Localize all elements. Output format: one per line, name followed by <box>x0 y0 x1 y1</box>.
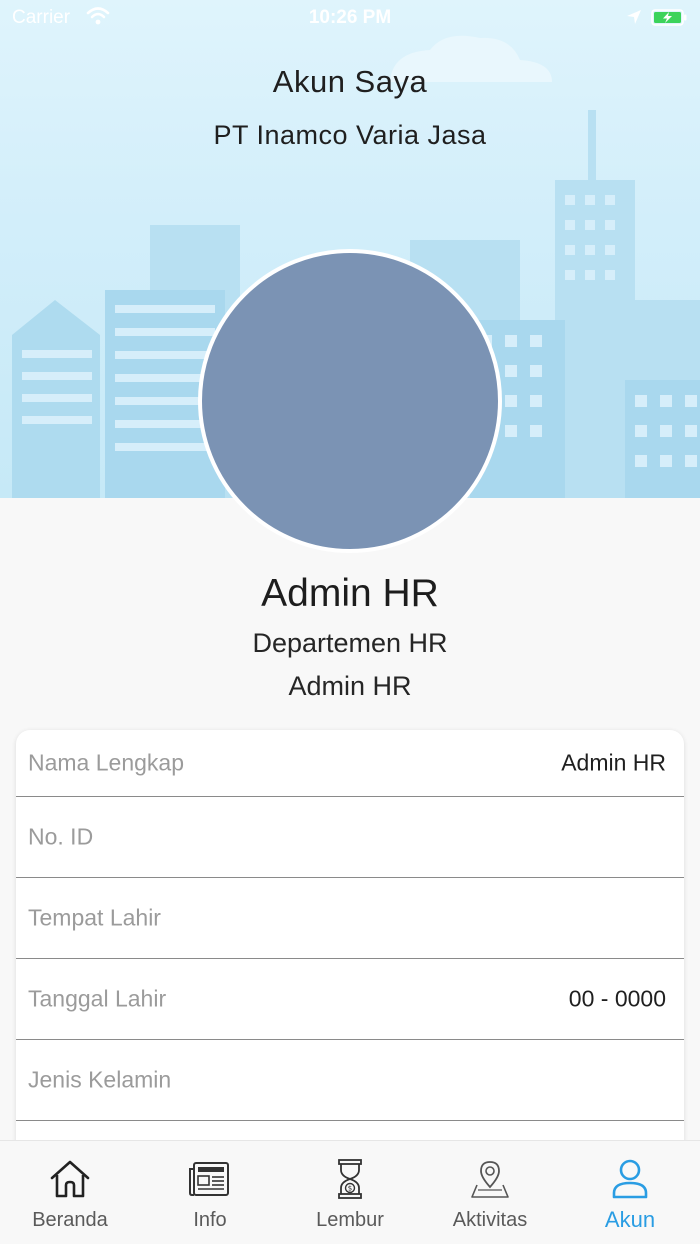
detail-label: Jenis Kelamin <box>28 1066 172 1093</box>
battery-charging-icon <box>651 9 687 26</box>
detail-value: 00 - 0000 <box>568 985 666 1012</box>
detail-value: Admin HR <box>561 749 666 776</box>
detail-row-birthdate: Tanggal Lahir 00 - 0000 <box>16 959 684 1040</box>
detail-label: Tempat Lahir <box>28 904 161 931</box>
tab-label: Aktivitas <box>452 1209 528 1231</box>
location-arrow-icon <box>627 10 641 24</box>
profile-department: Departemen HR <box>252 628 448 658</box>
profile-name: Admin HR <box>261 572 439 615</box>
status-bar: Carrier 10:26 PM <box>0 0 700 36</box>
detail-label: Nama Lengkap <box>28 749 184 776</box>
profile-details-card: Nama Lengkap Admin HR No. ID Tempat Lahi… <box>16 730 684 1200</box>
page-title: Akun Saya <box>272 64 428 99</box>
tab-bar: Beranda Info $ Lembur Aktivitas Akun <box>0 1140 700 1244</box>
tab-label: Info <box>193 1209 227 1231</box>
user-icon <box>612 1159 648 1199</box>
detail-row-full-name: Nama Lengkap Admin HR <box>16 730 684 797</box>
tab-akun[interactable]: Akun <box>560 1141 700 1244</box>
hourglass-icon: $ <box>338 1159 362 1199</box>
tab-lembur[interactable]: $ Lembur <box>280 1141 420 1244</box>
detail-label: Tanggal Lahir <box>28 985 167 1012</box>
svg-text:$: $ <box>348 1185 352 1193</box>
detail-row-id: No. ID <box>16 797 684 878</box>
avatar[interactable] <box>198 249 502 553</box>
tab-label: Beranda <box>32 1209 108 1231</box>
tab-info[interactable]: Info <box>140 1141 280 1244</box>
company-name: PT Inamco Varia Jasa <box>213 120 487 150</box>
newspaper-icon <box>189 1162 229 1196</box>
detail-row-gender: Jenis Kelamin <box>16 1040 684 1121</box>
detail-label: No. ID <box>28 823 94 850</box>
profile-role: Admin HR <box>288 671 412 701</box>
location-map-icon <box>471 1161 509 1198</box>
account-screen: Carrier 10:26 PM Akun Saya PT Inamco Var… <box>0 0 700 1244</box>
tab-label: Lembur <box>316 1209 384 1231</box>
clock-label: 10:26 PM <box>308 7 392 28</box>
tab-beranda[interactable]: Beranda <box>0 1141 140 1244</box>
detail-row-birthplace: Tempat Lahir <box>16 878 684 959</box>
tab-aktivitas[interactable]: Aktivitas <box>420 1141 560 1244</box>
tab-label: Akun <box>604 1207 656 1232</box>
home-icon <box>50 1160 90 1198</box>
